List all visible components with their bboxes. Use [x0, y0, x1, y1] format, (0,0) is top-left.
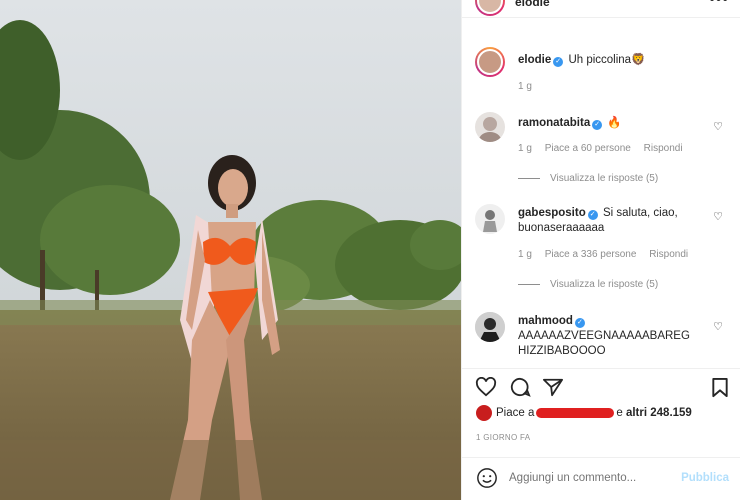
- likes-others-count[interactable]: altri 248.159: [626, 407, 692, 419]
- add-comment-bar: Pubblica: [462, 457, 740, 500]
- comment-text: gabesposito ✓ Si saluta, ciao, buonaseraa…: [518, 206, 708, 236]
- post-panel: elodie ••• elodie✓ Uh piccolina🦁 1 g ram…: [461, 0, 740, 500]
- verified-icon: ✓: [587, 210, 598, 220]
- view-replies-label: Visualizza le risposte (5): [550, 279, 659, 290]
- verified-icon: ✓: [574, 318, 585, 328]
- comment-text: mahmood ✓ AAAAAAZVEEGNAAAAABAREGHIZZIBABO…: [518, 314, 693, 359]
- likes-summary[interactable]: Piace a e altri 248.159: [476, 405, 692, 421]
- comment-username[interactable]: mahmood: [518, 315, 573, 327]
- action-bar: [462, 368, 740, 402]
- view-replies-button[interactable]: Visualizza le risposte (5): [518, 173, 658, 184]
- comment-text: ramonatabita ✓ 🔥: [518, 116, 708, 131]
- commenter-avatar[interactable]: [475, 204, 505, 234]
- caption-age: 1 g: [518, 81, 532, 92]
- replies-divider: [518, 283, 540, 285]
- comment-username[interactable]: gabesposito: [518, 207, 586, 219]
- comment-likes-count[interactable]: Piace a 60 persone: [545, 143, 631, 154]
- author-avatar[interactable]: [475, 0, 505, 16]
- post-timestamp[interactable]: 1 GIORNO FA: [476, 433, 530, 442]
- view-replies-button[interactable]: Visualizza le risposte (5): [518, 279, 658, 290]
- liker-avatar: [476, 405, 492, 421]
- comment-input[interactable]: [509, 472, 679, 484]
- commenter-avatar[interactable]: [475, 112, 505, 142]
- like-comment-heart-icon[interactable]: ♡: [713, 210, 723, 223]
- caption-meta: 1 g: [518, 81, 542, 92]
- caption-text: elodie ✓ Uh piccolina🦁: [518, 53, 708, 68]
- comment-meta: 1 g Piace a 336 persone Rispondi: [518, 249, 698, 260]
- comment-body: 🔥: [607, 117, 622, 129]
- comment-age: 1 g: [518, 143, 532, 154]
- caption-username[interactable]: elodie: [518, 54, 551, 66]
- comment-likes-count[interactable]: Piace a 336 persone: [545, 249, 637, 260]
- likes-conjunction: e: [616, 407, 623, 420]
- caption-body: Uh piccolina: [568, 54, 632, 66]
- likes-prefix: Piace a: [496, 407, 535, 420]
- redacted-username: [536, 408, 615, 418]
- lion-emoji: 🦁: [631, 54, 646, 66]
- comment-body: AAAAAAZVEEGNAAAAABAREGHIZZIBABOOOO: [518, 330, 690, 357]
- post-image: [0, 0, 461, 500]
- comment-icon[interactable]: [509, 377, 531, 400]
- emoji-icon[interactable]: [476, 467, 498, 492]
- comment-age: 1 g: [518, 249, 532, 260]
- reply-button[interactable]: Rispondi: [649, 249, 688, 260]
- replies-divider: [518, 177, 540, 179]
- comment-meta: 1 g Piace a 60 persone Rispondi: [518, 143, 693, 154]
- reply-button[interactable]: Rispondi: [644, 143, 683, 154]
- view-replies-label: Visualizza le risposte (5): [550, 173, 659, 184]
- author-username[interactable]: elodie: [515, 0, 550, 9]
- comment-username[interactable]: ramonatabita: [518, 117, 590, 129]
- share-icon[interactable]: [542, 377, 564, 400]
- caption-avatar[interactable]: [475, 47, 505, 77]
- bookmark-icon[interactable]: [711, 377, 729, 401]
- verified-icon: ✓: [553, 57, 564, 67]
- more-options-icon[interactable]: •••: [709, 0, 729, 9]
- post-header: elodie •••: [462, 0, 740, 18]
- heart-icon[interactable]: [475, 376, 497, 400]
- publish-button[interactable]: Pubblica: [681, 472, 729, 484]
- verified-icon: ✓: [592, 120, 603, 130]
- like-comment-heart-icon[interactable]: ♡: [713, 120, 723, 133]
- post-photo[interactable]: [0, 0, 461, 500]
- like-comment-heart-icon[interactable]: ♡: [713, 320, 723, 333]
- commenter-avatar[interactable]: [475, 312, 505, 342]
